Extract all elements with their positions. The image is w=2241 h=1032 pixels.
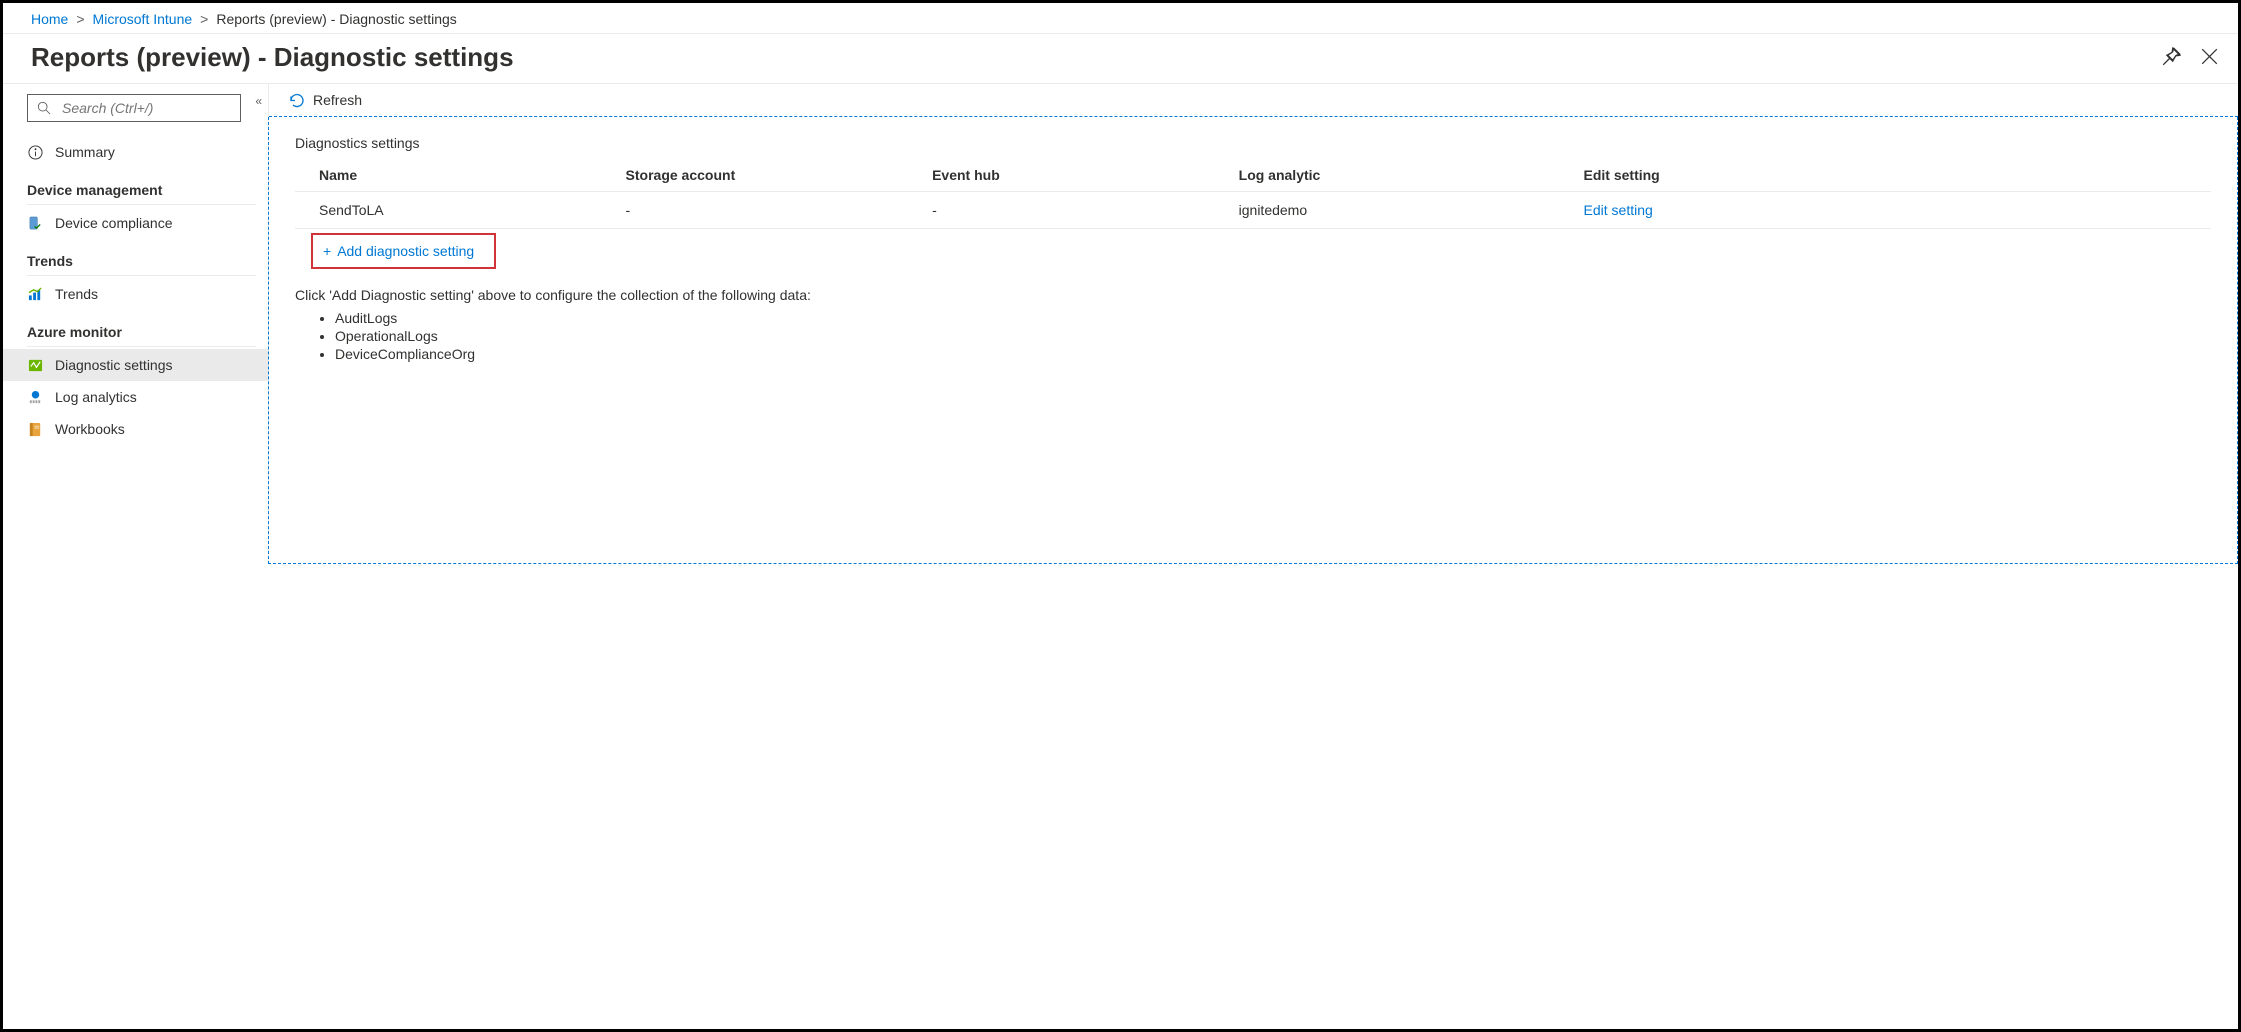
breadcrumb: Home > Microsoft Intune > Reports (previ… bbox=[3, 3, 2238, 34]
add-diagnostic-setting-label: Add diagnostic setting bbox=[337, 243, 474, 259]
breadcrumb-intune[interactable]: Microsoft Intune bbox=[93, 11, 193, 27]
list-item: OperationalLogs bbox=[335, 327, 2211, 345]
refresh-button[interactable]: Refresh bbox=[289, 92, 362, 108]
sidebar: « Summary Device management Device compl… bbox=[3, 84, 268, 564]
add-diagnostic-setting-button[interactable]: + Add diagnostic setting bbox=[311, 233, 496, 269]
sidebar-item-label: Log analytics bbox=[55, 389, 137, 405]
pin-icon[interactable] bbox=[2162, 47, 2181, 69]
breadcrumb-current: Reports (preview) - Diagnostic settings bbox=[216, 11, 456, 27]
diagnostic-settings-icon bbox=[27, 357, 43, 373]
hint-text: Click 'Add Diagnostic setting' above to … bbox=[295, 287, 2211, 303]
sidebar-section-azure-monitor: Azure monitor bbox=[3, 310, 268, 344]
search-icon bbox=[36, 100, 52, 116]
title-bar: Reports (preview) - Diagnostic settings bbox=[3, 34, 2238, 84]
data-list: AuditLogs OperationalLogs DeviceComplian… bbox=[295, 309, 2211, 363]
info-icon bbox=[27, 144, 43, 160]
edit-setting-link[interactable]: Edit setting bbox=[1584, 202, 1653, 218]
page-title: Reports (preview) - Diagnostic settings bbox=[31, 42, 2162, 73]
workbooks-icon bbox=[27, 421, 43, 437]
sidebar-item-label: Workbooks bbox=[55, 421, 125, 437]
sidebar-item-label: Device compliance bbox=[55, 215, 173, 231]
cell-name: SendToLA bbox=[295, 192, 602, 229]
main-panel: Refresh Diagnostics settings Name Storag… bbox=[268, 84, 2238, 564]
chevron-right-icon: > bbox=[76, 11, 84, 27]
sidebar-item-device-compliance[interactable]: Device compliance bbox=[3, 207, 268, 239]
divider bbox=[27, 346, 256, 347]
divider bbox=[27, 204, 256, 205]
search-input[interactable] bbox=[60, 99, 232, 117]
sidebar-item-workbooks[interactable]: Workbooks bbox=[3, 413, 268, 445]
col-editsetting: Edit setting bbox=[1560, 161, 2211, 192]
diagnostics-settings-label: Diagnostics settings bbox=[295, 135, 2211, 151]
chevron-right-icon: > bbox=[200, 11, 208, 27]
close-icon[interactable] bbox=[2201, 48, 2218, 68]
cell-loganalytic: ignitedemo bbox=[1215, 192, 1560, 229]
table-row: SendToLA - - ignitedemo Edit setting bbox=[295, 192, 2211, 229]
breadcrumb-home[interactable]: Home bbox=[31, 11, 68, 27]
toolbar: Refresh bbox=[269, 84, 2238, 117]
search-input-wrapper[interactable] bbox=[27, 94, 241, 122]
trends-icon bbox=[27, 286, 43, 302]
sidebar-item-diagnostic-settings[interactable]: Diagnostic settings bbox=[3, 349, 268, 381]
refresh-icon bbox=[289, 92, 305, 108]
sidebar-item-label: Diagnostic settings bbox=[55, 357, 173, 373]
sidebar-item-label: Trends bbox=[55, 286, 98, 302]
diagnostics-table: Name Storage account Event hub Log analy… bbox=[295, 161, 2211, 229]
sidebar-section-device-management: Device management bbox=[3, 168, 268, 202]
list-item: DeviceComplianceOrg bbox=[335, 345, 2211, 363]
log-analytics-icon bbox=[27, 389, 43, 405]
refresh-label: Refresh bbox=[313, 92, 362, 108]
sidebar-item-label: Summary bbox=[55, 144, 115, 160]
sidebar-section-trends: Trends bbox=[3, 239, 268, 273]
cell-storage: - bbox=[602, 192, 909, 229]
device-compliance-icon bbox=[27, 215, 43, 231]
cell-eventhub: - bbox=[908, 192, 1215, 229]
col-loganalytic: Log analytic bbox=[1215, 161, 1560, 192]
col-name: Name bbox=[295, 161, 602, 192]
sidebar-item-trends[interactable]: Trends bbox=[3, 278, 268, 310]
col-storage: Storage account bbox=[602, 161, 909, 192]
list-item: AuditLogs bbox=[335, 309, 2211, 327]
divider bbox=[27, 275, 256, 276]
collapse-sidebar-icon[interactable]: « bbox=[255, 94, 262, 108]
sidebar-item-summary[interactable]: Summary bbox=[3, 136, 268, 168]
col-eventhub: Event hub bbox=[908, 161, 1215, 192]
plus-icon: + bbox=[323, 243, 331, 259]
sidebar-item-log-analytics[interactable]: Log analytics bbox=[3, 381, 268, 413]
